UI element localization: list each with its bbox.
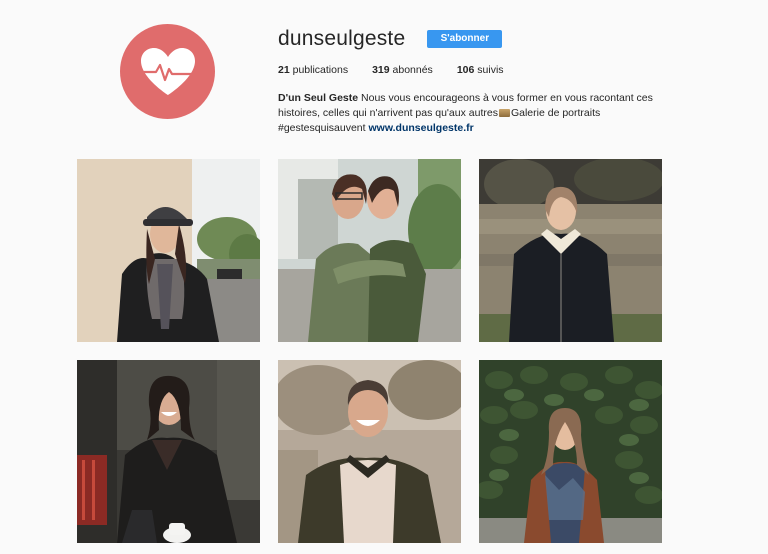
photo-woman-by-river — [479, 159, 662, 342]
followers-count: 319 — [372, 64, 390, 76]
bio-website-link[interactable]: www.dunseulgeste.fr — [369, 122, 474, 134]
publications-label: publications — [292, 64, 349, 76]
followers-stat[interactable]: 319 abonnés — [372, 64, 433, 76]
profile-info: dunseulgeste S'abonner 21 publications 3… — [278, 24, 678, 136]
photo-two-women-hugging — [278, 159, 461, 342]
following-label: suivis — [477, 64, 504, 76]
post-thumbnail-woman-in-front-of-ivy[interactable] — [479, 360, 662, 543]
profile-bio: D'un Seul Geste Nous vous encourageons à… — [278, 91, 668, 136]
following-count: 106 — [456, 64, 475, 76]
heart-pulse-icon — [140, 47, 195, 95]
post-thumbnail-two-women-hugging[interactable] — [278, 159, 461, 342]
posts-grid — [77, 159, 662, 543]
followers-label: abonnés — [392, 64, 433, 76]
picture-card-icon — [498, 109, 510, 117]
post-thumbnail-woman-by-river[interactable] — [479, 159, 662, 342]
bio-hashtag[interactable]: #gestesquisauvent — [278, 122, 366, 134]
bio-gallery-text: Galerie de portraits — [510, 107, 601, 119]
photo-smiling-man — [278, 360, 461, 543]
following-stat[interactable]: 106 suivis — [457, 64, 504, 76]
photo-woman-laughing-at-cafe — [77, 360, 260, 543]
profile-avatar[interactable] — [120, 24, 215, 119]
bio-name: D'un Seul Geste — [278, 92, 359, 104]
photo-woman-in-cap — [77, 159, 260, 342]
follow-button[interactable]: S'abonner — [427, 30, 503, 48]
publications-stat: 21 publications — [278, 64, 348, 76]
post-thumbnail-woman-in-cap[interactable] — [77, 159, 260, 342]
profile-username: dunseulgeste — [278, 27, 406, 50]
profile-header-row: dunseulgeste S'abonner — [278, 24, 678, 54]
photo-woman-in-front-of-ivy — [479, 360, 662, 543]
profile-stats: 21 publications 319 abonnés 106 suivis — [278, 64, 678, 76]
post-thumbnail-smiling-man[interactable] — [278, 360, 461, 543]
post-thumbnail-woman-laughing-at-cafe[interactable] — [77, 360, 260, 543]
instagram-profile-page: dunseulgeste S'abonner 21 publications 3… — [0, 0, 768, 554]
publications-count: 21 — [278, 64, 290, 76]
